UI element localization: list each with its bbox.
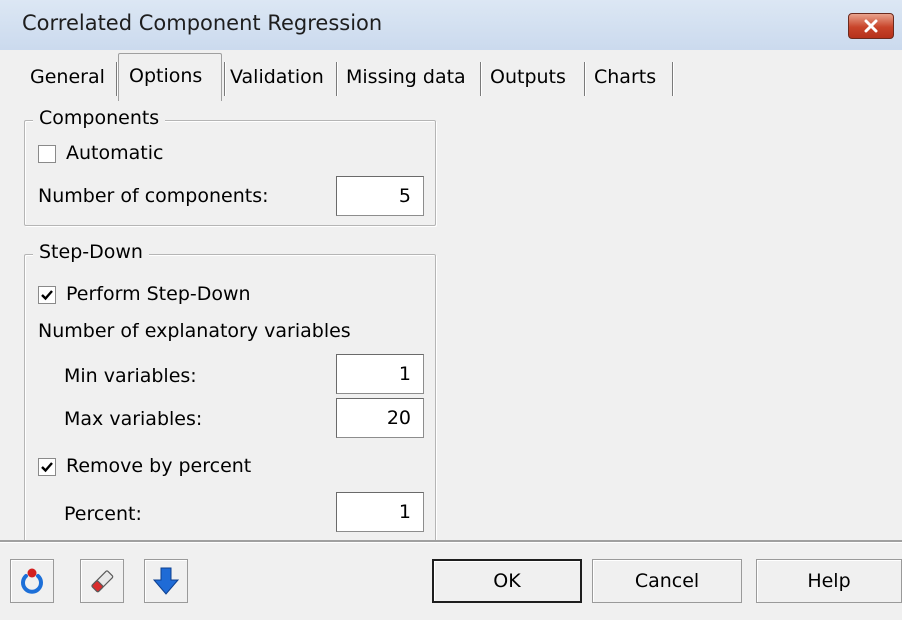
perform-stepdown-label: Perform Step-Down	[66, 283, 251, 305]
percent-input[interactable]: 1	[336, 492, 424, 532]
perform-stepdown-checkbox[interactable]	[38, 286, 56, 304]
checkmark-icon	[41, 290, 53, 301]
tab-options[interactable]: Options	[118, 53, 222, 101]
help-button[interactable]: Help	[756, 559, 902, 603]
max-variables-input[interactable]: 20	[336, 398, 424, 438]
close-icon	[864, 19, 878, 33]
tab-divider	[336, 62, 337, 96]
tab-divider	[116, 62, 117, 96]
eraser-icon	[91, 570, 114, 593]
close-button[interactable]	[848, 13, 894, 39]
min-variables-input[interactable]: 1	[336, 354, 424, 394]
down-arrow-icon	[152, 567, 180, 595]
automatic-checkbox[interactable]	[38, 145, 56, 163]
title-bar[interactable]: Correlated Component Regression	[0, 0, 902, 51]
window-title: Correlated Component Regression	[22, 11, 383, 35]
num-components-label: Number of components:	[38, 185, 269, 207]
remove-by-percent-checkbox[interactable]	[38, 458, 56, 476]
dialog-window: Correlated Component Regression General …	[0, 0, 902, 620]
automatic-label: Automatic	[66, 142, 164, 164]
min-variables-label: Min variables:	[64, 365, 197, 387]
move-down-button[interactable]	[144, 559, 188, 603]
percent-label: Percent:	[64, 503, 142, 525]
cancel-button[interactable]: Cancel	[592, 559, 742, 603]
explanatory-variables-label: Number of explanatory variables	[38, 320, 351, 342]
clear-button[interactable]	[80, 559, 124, 603]
tab-general[interactable]: General	[24, 62, 111, 92]
tab-divider	[672, 62, 673, 96]
ok-button[interactable]: OK	[432, 559, 582, 603]
footer-separator	[0, 540, 902, 543]
max-variables-label: Max variables:	[64, 408, 203, 430]
tab-missing-data[interactable]: Missing data	[340, 62, 472, 92]
reload-button[interactable]	[10, 559, 54, 603]
tab-divider	[584, 62, 585, 96]
tab-charts[interactable]: Charts	[588, 62, 662, 92]
remove-by-percent-label: Remove by percent	[66, 455, 252, 477]
reload-icon	[21, 568, 43, 594]
checkmark-icon	[41, 462, 53, 473]
tab-outputs[interactable]: Outputs	[484, 62, 572, 92]
tab-divider	[480, 62, 481, 96]
tab-validation[interactable]: Validation	[224, 62, 330, 92]
stepdown-legend: Step-Down	[33, 241, 149, 263]
components-legend: Components	[33, 107, 166, 129]
num-components-input[interactable]: 5	[336, 176, 424, 216]
